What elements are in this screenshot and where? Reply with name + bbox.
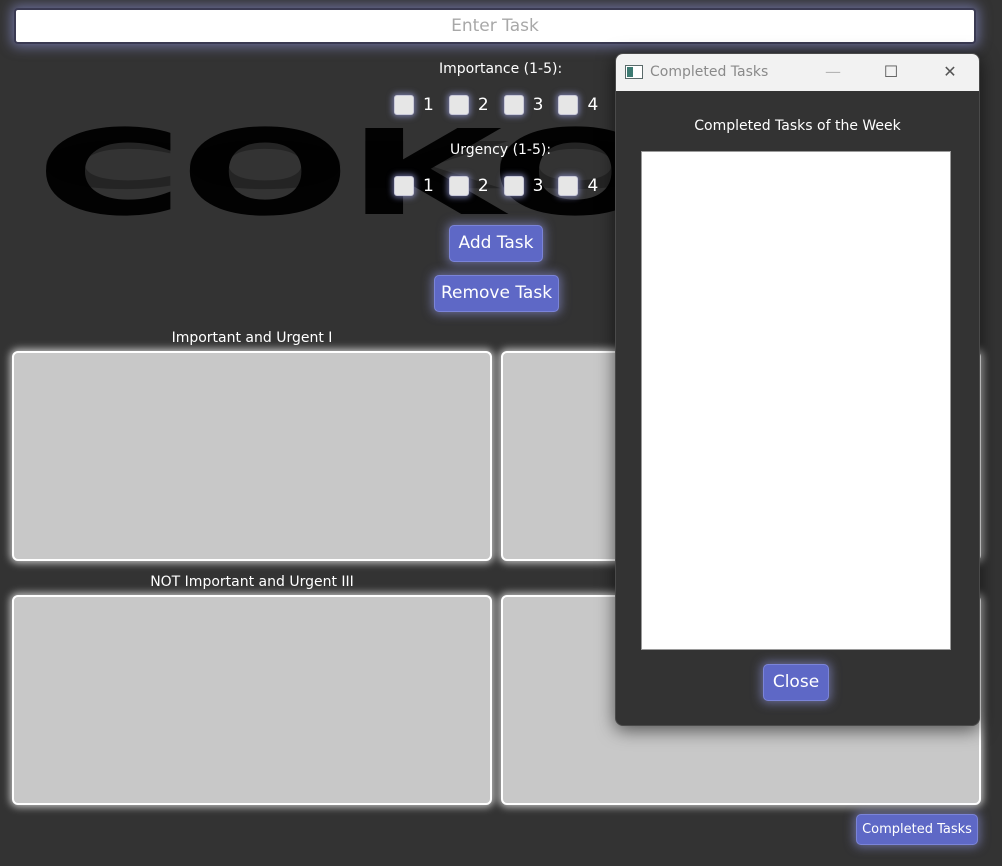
quadrant-3-list[interactable] bbox=[12, 595, 492, 805]
urgency-checkbox-4[interactable] bbox=[558, 176, 579, 196]
urgency-option-3: 3 bbox=[532, 176, 544, 196]
dialog-titlebar[interactable]: Completed Tasks — ☐ ✕ bbox=[616, 54, 979, 91]
urgency-checkboxes: 1 2 3 4 bbox=[394, 176, 613, 196]
importance-option-1: 1 bbox=[423, 95, 434, 115]
dialog-heading: Completed Tasks of the Week bbox=[694, 118, 901, 134]
importance-option-3: 3 bbox=[532, 95, 544, 115]
urgency-option-2: 2 bbox=[477, 176, 489, 196]
importance-checkbox-2[interactable] bbox=[448, 95, 469, 115]
dialog-title: Completed Tasks bbox=[650, 64, 769, 80]
minimize-icon[interactable]: — bbox=[818, 60, 848, 84]
close-button[interactable]: Close bbox=[763, 664, 829, 701]
completed-tasks-button[interactable]: Completed Tasks bbox=[856, 814, 978, 845]
quadrant-3-label: NOT Important and Urgent III bbox=[150, 574, 354, 590]
importance-checkboxes: 1 2 3 4 bbox=[394, 95, 613, 115]
urgency-option-4: 4 bbox=[587, 176, 599, 196]
importance-label: Importance (1-5): bbox=[439, 61, 563, 77]
completed-tasks-dialog: Completed Tasks — ☐ ✕ Completed Tasks of… bbox=[615, 53, 980, 726]
completed-tasks-list[interactable] bbox=[641, 151, 951, 650]
close-icon[interactable]: ✕ bbox=[935, 60, 965, 84]
add-task-button[interactable]: Add Task bbox=[449, 225, 543, 262]
app-window-icon bbox=[625, 65, 643, 79]
urgency-checkbox-1[interactable] bbox=[394, 176, 414, 196]
importance-checkbox-4[interactable] bbox=[558, 95, 579, 115]
importance-option-4: 4 bbox=[587, 95, 599, 115]
urgency-label: Urgency (1-5): bbox=[450, 142, 552, 158]
quadrant-1-list[interactable] bbox=[12, 351, 492, 561]
urgency-option-1: 1 bbox=[423, 176, 434, 196]
task-input[interactable] bbox=[14, 8, 976, 44]
importance-checkbox-3[interactable] bbox=[503, 95, 524, 115]
importance-option-2: 2 bbox=[477, 95, 489, 115]
quadrant-1-label: Important and Urgent I bbox=[171, 330, 333, 346]
remove-task-button[interactable]: Remove Task bbox=[434, 275, 559, 312]
importance-checkbox-1[interactable] bbox=[394, 95, 414, 115]
urgency-checkbox-3[interactable] bbox=[503, 176, 524, 196]
maximize-icon[interactable]: ☐ bbox=[876, 60, 906, 84]
urgency-checkbox-2[interactable] bbox=[448, 176, 469, 196]
